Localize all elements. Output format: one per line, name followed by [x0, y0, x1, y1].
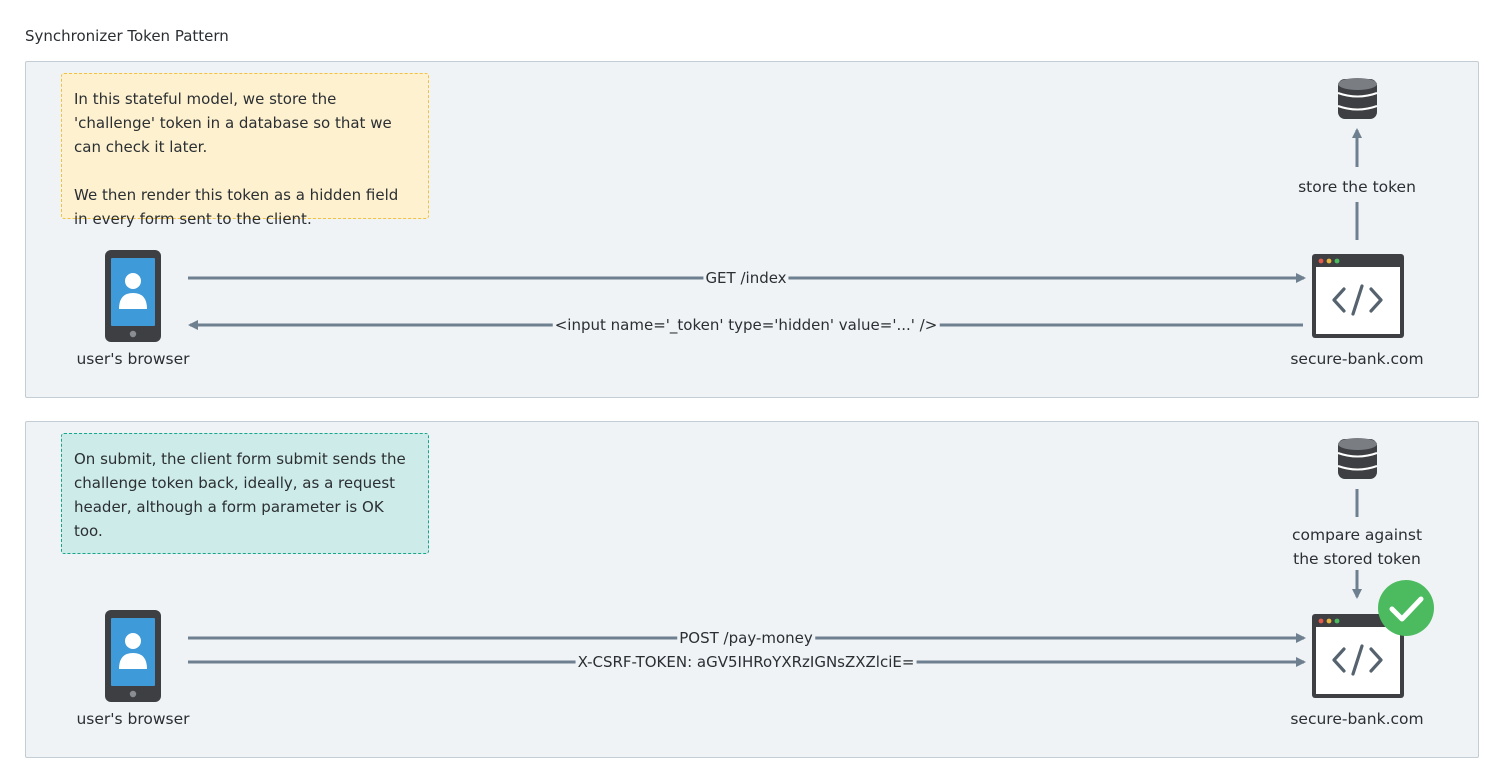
token-verify-panel: On submit, the client form submit sends … — [25, 421, 1479, 758]
database-icon — [1337, 78, 1378, 119]
phone-icon — [105, 610, 161, 702]
panel1-diagram — [105, 78, 1404, 342]
compare-token-label: compare against the stored token — [1291, 526, 1423, 568]
token-issue-panel: In this stateful model, we store the 'ch… — [25, 61, 1479, 398]
diagram-title: Synchronizer Token Pattern — [25, 27, 229, 45]
store-token-label: store the token — [1298, 178, 1416, 196]
server-label: secure-bank.com — [1290, 350, 1424, 368]
get-request-label: GET /index — [703, 269, 789, 287]
hidden-input-label: <input name='_token' type='hidden' value… — [552, 316, 940, 334]
post-request-label: POST /pay-money — [677, 629, 815, 647]
panel2-diagram — [105, 438, 1434, 702]
client-label: user's browser — [76, 350, 190, 368]
check-icon — [1378, 580, 1434, 636]
phone-icon — [105, 250, 161, 342]
server-code-icon — [1312, 254, 1404, 338]
database-icon — [1337, 438, 1378, 479]
csrf-header-label: X-CSRF-TOKEN: aGV5IHRoYXRzIGNsZXZlciE= — [575, 653, 917, 671]
server-label: secure-bank.com — [1290, 710, 1424, 728]
client-label: user's browser — [76, 710, 190, 728]
